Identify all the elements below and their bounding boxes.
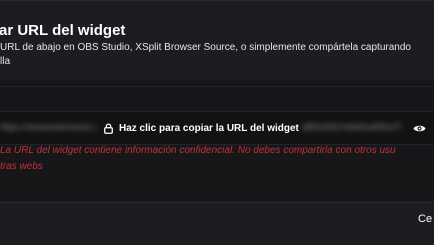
- warning-line: La URL del widget contiene información c…: [0, 145, 396, 156]
- confidential-warning: La URL del widget contiene información c…: [0, 143, 434, 175]
- dialog-header: ar URL del widget URL de abajo en OBS St…: [0, 0, 434, 80]
- blurred-url-start: https://streamelements.com/overlay/widge…: [0, 122, 96, 132]
- divider: [0, 86, 434, 87]
- dialog-description: URL de abajo en OBS Studio, XSplit Brows…: [0, 41, 434, 69]
- dialog-description-line: lla: [0, 56, 11, 67]
- eye-icon: [413, 124, 426, 133]
- warning-line: tras webs: [0, 161, 43, 172]
- copy-url-label: Haz clic para copiar la URL del widget: [119, 122, 299, 134]
- dialog-title: ar URL del widget: [0, 22, 126, 39]
- copy-widget-url-dialog: ar URL del widget URL de abajo en OBS St…: [0, 0, 434, 245]
- lock-icon: [104, 122, 113, 134]
- dialog-description-line: URL de abajo en OBS Studio, XSplit Brows…: [0, 42, 411, 53]
- copy-url-prompt[interactable]: Haz clic para copiar la URL del widget: [104, 121, 299, 135]
- close-button[interactable]: Ce: [418, 213, 432, 229]
- reveal-url-button[interactable]: [411, 121, 427, 135]
- dialog-footer: Ce: [0, 202, 434, 245]
- widget-url-copy-field[interactable]: https://streamelements.com/overlay/widge…: [0, 111, 434, 145]
- blurred-url-end: a8f3c92b7e6d41a5f0c27e1b9a3d: [302, 122, 402, 132]
